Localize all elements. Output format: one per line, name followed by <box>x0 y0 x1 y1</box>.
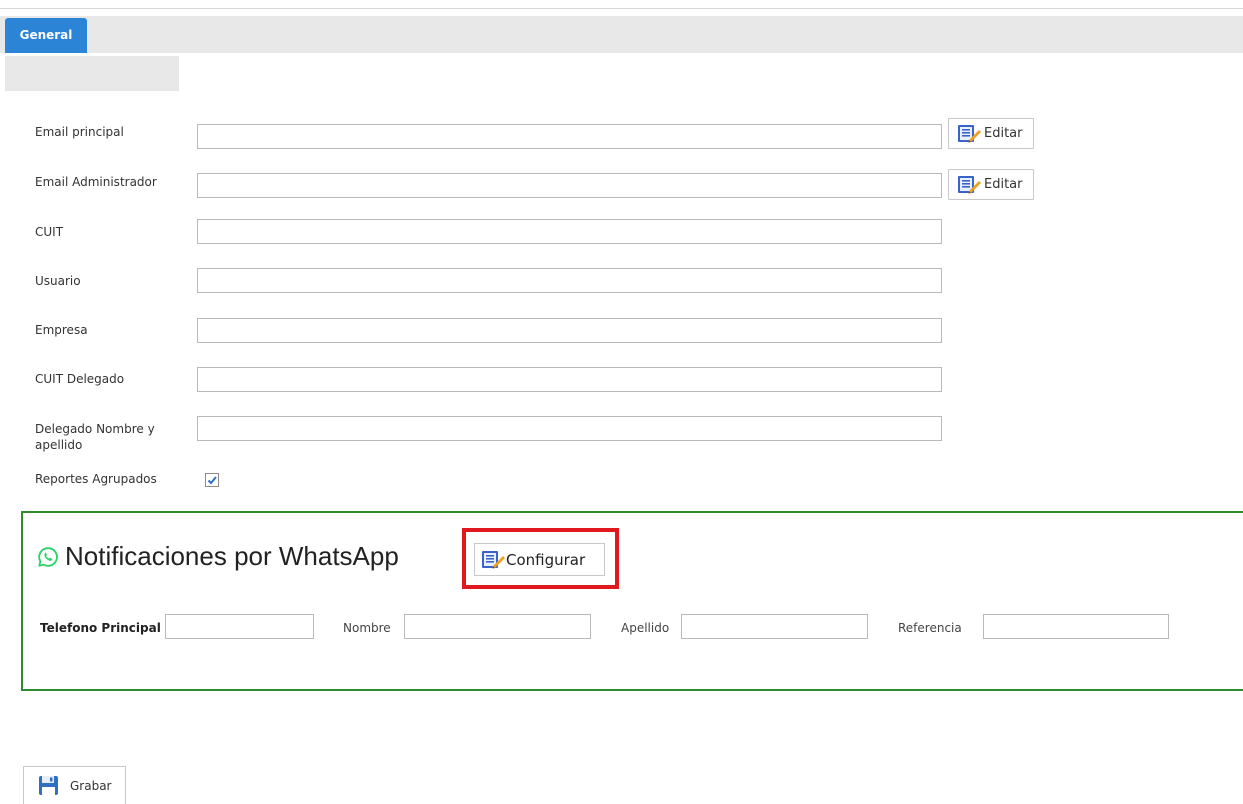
cuit-delegado-input[interactable] <box>197 367 942 392</box>
floppy-disk-icon <box>39 776 58 795</box>
reportes-agrupados-checkbox[interactable] <box>205 473 219 487</box>
save-button[interactable]: Grabar <box>23 766 126 804</box>
empresa-input[interactable] <box>197 318 942 343</box>
whatsapp-title: Notificaciones por WhatsApp <box>37 541 399 572</box>
checkmark-icon <box>207 476 217 485</box>
label-nombre: Nombre <box>343 621 391 635</box>
label-apellido: Apellido <box>621 621 670 635</box>
label-usuario: Usuario <box>35 274 81 288</box>
document-edit-icon <box>958 175 981 193</box>
usuario-input[interactable] <box>197 268 942 293</box>
configure-button-label: Configurar <box>506 550 586 569</box>
email-principal-input[interactable] <box>197 124 942 149</box>
whatsapp-icon <box>38 546 58 567</box>
label-empresa: Empresa <box>35 323 88 337</box>
apellido-input[interactable] <box>681 614 868 639</box>
cuit-input[interactable] <box>197 219 942 244</box>
edit-email-administrador-button[interactable]: Editar <box>948 169 1034 200</box>
referencia-input[interactable] <box>983 614 1169 639</box>
subheader-block <box>5 56 179 91</box>
email-administrador-input[interactable] <box>197 173 942 198</box>
label-email-administrador: Email Administrador <box>35 175 157 189</box>
tab-general[interactable]: General <box>5 18 87 53</box>
tab-bar <box>0 16 1243 53</box>
edit-email-principal-button[interactable]: Editar <box>948 118 1034 149</box>
label-reportes-agrupados: Reportes Agrupados <box>35 472 157 486</box>
label-telefono-principal: Telefono Principal <box>40 621 161 635</box>
label-cuit-delegado: CUIT Delegado <box>35 372 125 386</box>
whatsapp-title-text: Notificaciones por WhatsApp <box>65 541 399 571</box>
telefono-principal-input[interactable] <box>165 614 314 639</box>
label-email-principal: Email principal <box>35 125 124 139</box>
nombre-input[interactable] <box>404 614 591 639</box>
top-divider <box>0 8 1243 9</box>
document-edit-icon <box>482 550 505 568</box>
label-cuit: CUIT <box>35 225 64 239</box>
label-referencia: Referencia <box>898 621 962 635</box>
label-delegado-nombre-apellido: Delegado Nombre y apellido <box>35 422 155 452</box>
delegado-nombre-apellido-input[interactable] <box>197 416 942 441</box>
document-edit-icon <box>958 124 981 142</box>
whatsapp-panel <box>21 511 1243 691</box>
edit-button-label: Editar <box>984 126 1023 141</box>
edit-button-label: Editar <box>984 177 1023 192</box>
save-button-label: Grabar <box>70 778 112 793</box>
configure-button[interactable]: Configurar <box>474 543 605 576</box>
